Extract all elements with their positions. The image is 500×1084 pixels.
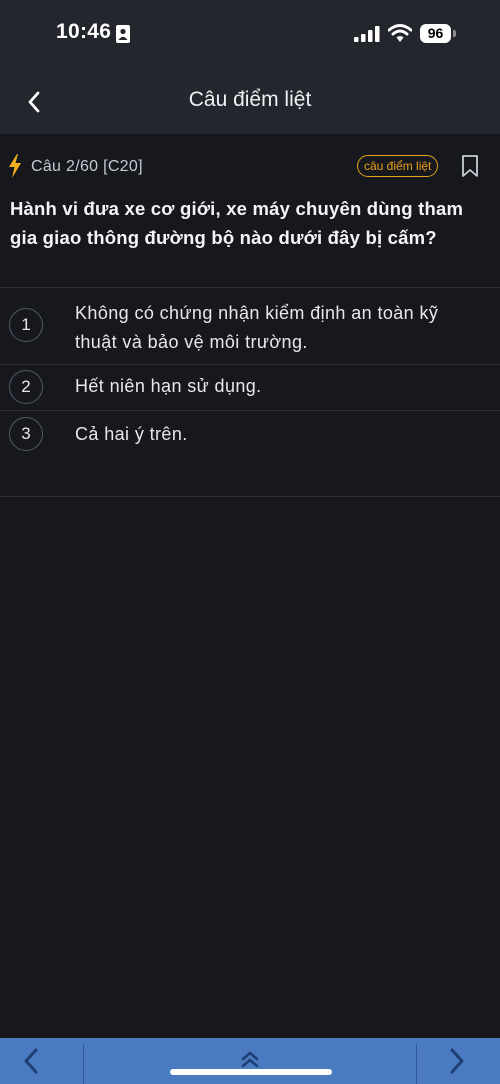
answer-option-2[interactable]: 2 Hết niên hạn sử dụng. bbox=[0, 365, 500, 410]
chevron-right-icon bbox=[450, 1048, 464, 1074]
status-time: 10:46 bbox=[56, 20, 112, 43]
battery-tip bbox=[453, 30, 456, 37]
bolt-icon bbox=[8, 154, 22, 183]
battery-level: 96 bbox=[420, 24, 451, 43]
double-chevron-up-icon bbox=[241, 1051, 259, 1068]
bookmark-button[interactable] bbox=[461, 154, 479, 183]
question-number: Câu 2/60 [C20] bbox=[31, 158, 143, 175]
answer-number: 3 bbox=[9, 417, 43, 451]
answer-text: Không có chứng nhận kiểm định an toàn kỹ… bbox=[75, 303, 439, 352]
next-button[interactable] bbox=[446, 1047, 468, 1080]
wifi-icon bbox=[387, 23, 413, 48]
chevron-left-icon bbox=[24, 1048, 38, 1074]
signal-icon bbox=[354, 26, 380, 47]
answer-number: 2 bbox=[9, 370, 43, 404]
answer-option-1[interactable]: 1 Không có chứng nhận kiểm định an toàn … bbox=[0, 288, 500, 364]
answer-text: Cả hai ý trên. bbox=[75, 424, 188, 444]
question-text: Hành vi đưa xe cơ giới, xe máy chuyên dù… bbox=[10, 198, 464, 248]
home-indicator bbox=[170, 1069, 332, 1075]
page-title: Câu điểm liệt bbox=[188, 88, 312, 111]
nav-bar: Câu điểm liệt bbox=[0, 68, 500, 134]
answer-text: Hết niên hạn sử dụng. bbox=[75, 376, 262, 396]
bottom-nav-bar bbox=[0, 1038, 500, 1084]
answer-option-3[interactable]: 3 Cả hai ý trên. bbox=[0, 411, 500, 456]
status-badge: câu điểm liệt bbox=[357, 155, 439, 177]
divider bbox=[83, 1044, 84, 1084]
question-meta: Câu 2/60 [C20] câu điểm liệt bbox=[0, 148, 500, 188]
bookmark-icon bbox=[462, 155, 478, 177]
status-bar: 10:46 96 bbox=[0, 0, 500, 68]
previous-button[interactable] bbox=[20, 1047, 42, 1080]
answer-number: 1 bbox=[9, 308, 43, 342]
divider bbox=[0, 496, 500, 497]
person-icon bbox=[116, 25, 130, 48]
divider bbox=[416, 1044, 417, 1084]
